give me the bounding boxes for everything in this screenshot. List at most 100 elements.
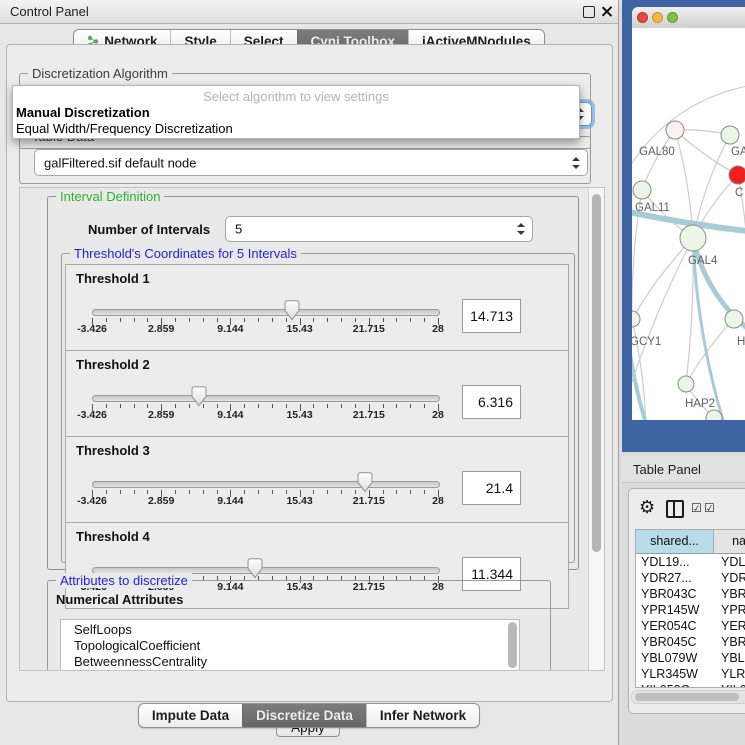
threshold-slider-track[interactable] [92, 395, 440, 402]
dropdown-option-manual[interactable]: Manual Discretization [16, 105, 150, 120]
checkbox-checked-icon[interactable]: ☑ [691, 501, 702, 515]
slider-tick [383, 404, 384, 408]
cell-shared-name[interactable]: YBL079W [636, 650, 718, 666]
network-canvas[interactable]: GAL80GACGAL11GAL4GCY1HHAP2 [632, 28, 745, 420]
table-row[interactable]: YER054CYER0 [636, 618, 745, 634]
cell-shared-name[interactable]: YER054C [636, 618, 718, 634]
network-node-label: HAP2 [685, 398, 715, 410]
table-row[interactable]: YBR043CYBR0 [636, 586, 745, 602]
settings-scroll-area: Interval Definition Number of Intervals … [19, 187, 605, 671]
slider-tick [272, 318, 273, 322]
cell-name[interactable]: YDL1 [718, 554, 745, 570]
slider-tick [203, 490, 204, 494]
slider-tick-label: 9.144 [217, 495, 243, 507]
close-window-icon[interactable] [601, 6, 612, 17]
checkbox-checked-icon[interactable]: ☑ [704, 501, 715, 515]
table-data-selected-value: galFiltered.sif default node [44, 155, 196, 170]
attributes-list-scrollbar[interactable] [508, 622, 517, 668]
table-data-select[interactable]: galFiltered.sif default node [34, 149, 588, 176]
close-light-icon[interactable] [637, 12, 648, 23]
slider-tick [244, 490, 245, 494]
threshold-slider-thumb[interactable] [284, 300, 300, 326]
threshold-slider-track[interactable] [92, 309, 440, 316]
control-panel-titlebar: Control Panel [0, 0, 618, 24]
dropdown-option-equal-width[interactable]: Equal Width/Frequency Discretization [16, 121, 233, 136]
numerical-attributes-label: Numerical Attributes [56, 592, 183, 607]
slider-tick [175, 318, 176, 322]
threshold-slider-thumb[interactable] [191, 386, 207, 412]
slider-tick [217, 490, 218, 494]
attributes-group-title: Attributes to discretize [56, 573, 192, 588]
threshold-value-field[interactable]: 21.4 [462, 471, 521, 505]
attribute-list-item[interactable]: TopologicalCoefficient [61, 638, 519, 654]
column-header-name[interactable]: na [714, 530, 745, 553]
attribute-list-item[interactable]: SelfLoops [61, 622, 519, 638]
table-row[interactable]: YDL19...YDL1 [636, 554, 745, 570]
threshold-slider-thumb[interactable] [357, 472, 373, 498]
zoom-light-icon[interactable] [667, 12, 678, 23]
table-panel-titlebar: Table Panel [622, 456, 745, 483]
network-node-c[interactable] [729, 166, 745, 184]
slider-tick [106, 318, 107, 322]
cell-name[interactable]: YPR1 [718, 602, 745, 618]
vertical-scrollbar[interactable] [588, 188, 604, 670]
cell-shared-name[interactable]: YDR27... [636, 570, 718, 586]
slider-tick [410, 490, 411, 494]
app-root: Control Panel NetworkStyleSelectCyni Too… [0, 0, 745, 745]
cell-name[interactable]: YBR0 [718, 586, 745, 602]
network-node-h[interactable] [725, 310, 743, 328]
cell-name[interactable]: YIL0 [718, 682, 745, 688]
cell-name[interactable]: YBL0 [718, 650, 745, 666]
cell-shared-name[interactable]: YBR045C [636, 634, 718, 650]
table-row[interactable]: YLR345WYLR3 [636, 666, 745, 682]
numerical-attributes-list[interactable]: SelfLoopsTopologicalCoefficientBetweenne… [60, 619, 520, 671]
network-node-hap2[interactable] [678, 376, 694, 392]
tab-discretize-data[interactable]: Discretize Data [242, 704, 366, 727]
cell-shared-name[interactable]: YDL19... [636, 554, 718, 570]
column-header-shared-name[interactable]: shared... [636, 530, 714, 553]
table-row[interactable]: YIL052CYIL0 [636, 682, 745, 688]
slider-tick-label: 21.715 [353, 409, 385, 421]
network-node-gcy1[interactable] [632, 311, 640, 327]
cell-shared-name[interactable]: YLR345W [636, 666, 718, 682]
slider-tick-label: 9.144 [217, 409, 243, 421]
cell-shared-name[interactable]: YPR145W [636, 602, 718, 618]
threshold-slider-track[interactable] [92, 481, 440, 488]
num-intervals-select[interactable]: 5 [225, 216, 533, 242]
cell-shared-name[interactable]: YBR043C [636, 586, 718, 602]
tab-infer-network[interactable]: Infer Network [366, 704, 479, 727]
cell-name[interactable]: YBR0 [718, 634, 745, 650]
horizontal-scrollbar[interactable] [631, 690, 745, 704]
tab-impute-data[interactable]: Impute Data [139, 704, 242, 727]
network-node-label: GA [731, 146, 745, 158]
attribute-list-item[interactable]: BetweennessCentrality [61, 654, 519, 670]
slider-tick-label: 9.144 [217, 323, 243, 335]
slider-tick-label: -3.426 [77, 323, 107, 335]
cell-name[interactable]: YLR3 [718, 666, 745, 682]
node-table-header: shared... na [636, 530, 745, 554]
threshold-value-field[interactable]: 14.713 [462, 299, 521, 333]
network-node-ga[interactable] [721, 126, 739, 144]
network-node-gal11[interactable] [633, 181, 651, 199]
network-node-gal80[interactable] [666, 121, 684, 139]
network-node-gal4[interactable] [680, 225, 706, 251]
table-row[interactable]: YDR27...YDR2 [636, 570, 745, 586]
table-row[interactable]: YPR145WYPR1 [636, 602, 745, 618]
thresholds-group-title: Threshold's Coordinates for 5 Intervals [70, 246, 301, 261]
cell-name[interactable]: YER0 [718, 618, 745, 634]
threshold-label: Threshold 1 [76, 271, 150, 286]
num-intervals-label: Number of Intervals [88, 222, 210, 237]
table-row[interactable]: YBL079WYBL0 [636, 650, 745, 666]
threshold-1-panel: Threshold 1-3.4262.8599.14415.4321.71528… [65, 264, 569, 351]
minimize-light-icon[interactable] [652, 12, 663, 23]
slider-tick [134, 490, 135, 494]
horizontal-scrollbar-thumb[interactable] [635, 693, 739, 701]
split-columns-icon[interactable] [666, 500, 684, 518]
vertical-scrollbar-thumb[interactable] [592, 194, 601, 552]
table-row[interactable]: YBR045CYBR0 [636, 634, 745, 650]
float-window-icon[interactable] [583, 6, 595, 18]
cell-shared-name[interactable]: YIL052C [636, 682, 718, 688]
threshold-value-field[interactable]: 6.316 [462, 385, 521, 419]
cell-name[interactable]: YDR2 [718, 570, 745, 586]
gear-icon[interactable]: ⚙ [639, 497, 655, 518]
